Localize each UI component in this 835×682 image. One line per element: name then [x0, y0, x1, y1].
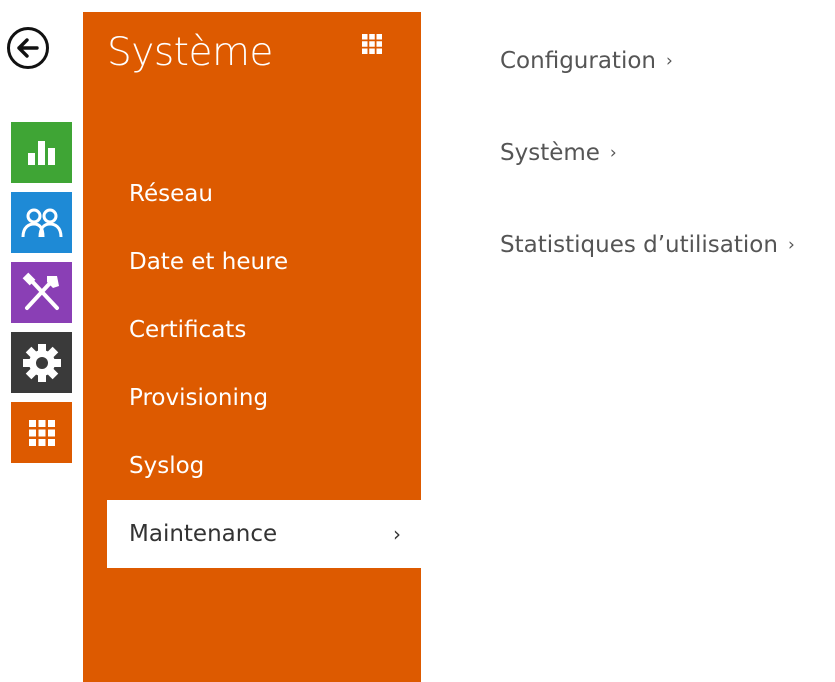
menu-item-certificates[interactable]: Certificats	[83, 296, 421, 364]
grid-icon[interactable]	[362, 34, 382, 54]
grid-icon	[28, 419, 55, 446]
arrow-left-icon	[17, 38, 39, 58]
rail-services[interactable]	[11, 332, 72, 393]
rail-status[interactable]	[11, 122, 72, 183]
menu-item-label: Date et heure	[129, 249, 289, 275]
link-label: Statistiques d’utilisation	[500, 232, 778, 258]
users-icon	[21, 208, 62, 237]
menu-item-date-time[interactable]: Date et heure	[83, 228, 421, 296]
link-configuration[interactable]: Configuration ›	[500, 38, 795, 84]
system-menu-panel: Système Réseau Date et heure Certificats…	[83, 12, 421, 682]
page-title: Système	[107, 30, 273, 75]
menu-item-label: Réseau	[129, 181, 213, 207]
chevron-right-icon: ›	[787, 235, 795, 255]
maintenance-links: Configuration › Système › Statistiques d’u…	[500, 38, 795, 314]
system-menu: Réseau Date et heure Certificats Provisi…	[83, 160, 421, 568]
menu-item-label: Certificats	[129, 317, 247, 343]
menu-item-syslog[interactable]: Syslog	[83, 432, 421, 500]
app-window: Système Réseau Date et heure Certificats…	[0, 0, 835, 682]
menu-item-label: Maintenance	[129, 521, 278, 547]
tools-icon	[22, 272, 59, 310]
menu-item-label: Syslog	[129, 453, 205, 479]
link-label: Configuration	[500, 48, 656, 74]
link-system[interactable]: Système ›	[500, 130, 795, 176]
back-button[interactable]	[7, 27, 49, 69]
menu-item-label: Provisioning	[129, 385, 269, 411]
gear-icon	[22, 343, 61, 382]
menu-item-provisioning[interactable]: Provisioning	[83, 364, 421, 432]
chevron-right-icon: ›	[393, 522, 401, 546]
chevron-right-icon: ›	[665, 51, 673, 71]
rail-system[interactable]	[11, 402, 72, 463]
rail-hardware[interactable]	[11, 262, 72, 323]
menu-item-network[interactable]: Réseau	[83, 160, 421, 228]
link-usage-statistics[interactable]: Statistiques d’utilisation ›	[500, 222, 795, 268]
rail-directory[interactable]	[11, 192, 72, 253]
chevron-right-icon: ›	[609, 143, 617, 163]
link-label: Système	[500, 140, 600, 166]
menu-item-maintenance[interactable]: Maintenance ›	[107, 500, 421, 568]
bar-chart-icon	[27, 140, 55, 165]
